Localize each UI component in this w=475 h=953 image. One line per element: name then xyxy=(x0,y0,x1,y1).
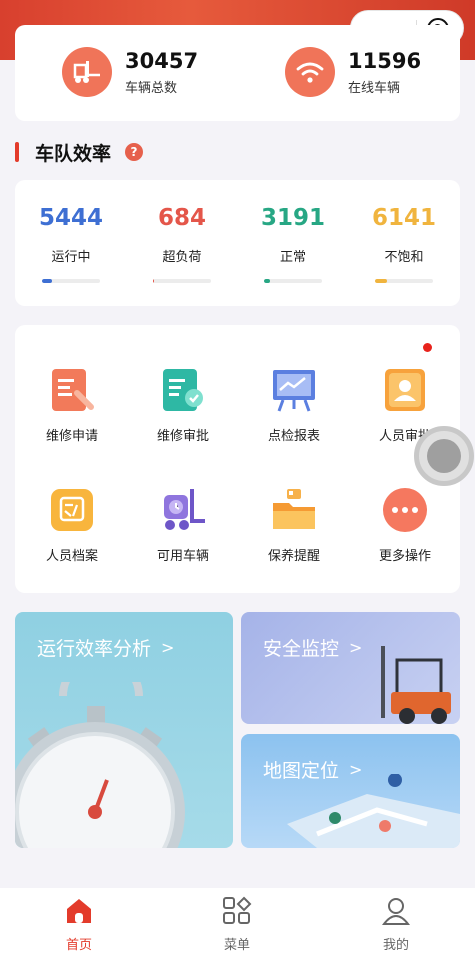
staff-approval-icon xyxy=(380,365,430,415)
func-label: 保养提醒 xyxy=(267,549,320,564)
chevron-right-icon: > xyxy=(161,638,175,657)
func-inspection-report[interactable]: 点检报表 xyxy=(249,365,339,444)
efficiency-progress-fill xyxy=(264,279,270,283)
efficiency-item-normal[interactable]: 3191 正常 xyxy=(248,202,338,283)
tile-title: 安全监控 xyxy=(263,638,340,660)
more-actions-icon xyxy=(380,485,430,535)
wifi-icon xyxy=(285,47,335,97)
inspection-report-icon xyxy=(269,365,319,415)
total-vehicles-label: 车辆总数 xyxy=(125,80,178,96)
efficiency-progress-fill xyxy=(42,279,53,283)
question-icon[interactable]: ? xyxy=(125,143,144,161)
efficiency-item-overload[interactable]: 684 超负荷 xyxy=(137,202,227,283)
efficiency-progress-fill xyxy=(153,279,155,283)
grid-menu-icon xyxy=(223,896,252,924)
func-label: 维修申请 xyxy=(45,429,98,444)
stat-online-vehicles[interactable]: 11596 在线车辆 xyxy=(285,47,421,97)
func-maintenance-reminder[interactable]: 保养提醒 xyxy=(249,485,339,564)
efficiency-progress-track xyxy=(153,279,211,283)
func-staff-archive[interactable]: 人员档案 xyxy=(27,485,117,564)
tile-title: 运行效率分析 xyxy=(37,638,152,660)
online-vehicles-label: 在线车辆 xyxy=(348,80,401,96)
tab-menu[interactable]: 菜单 xyxy=(197,896,277,953)
efficiency-progress-track xyxy=(42,279,100,283)
function-grid: 维修申请 维修审批 点检报表 人员审批 人员档案 可用车辆 保养提醒 更多操作 xyxy=(15,325,460,593)
tab-label: 我的 xyxy=(382,938,409,953)
func-repair-approval[interactable]: 维修审批 xyxy=(138,365,228,444)
efficiency-value: 5444 xyxy=(38,205,103,231)
user-icon xyxy=(381,898,411,925)
repair-request-icon xyxy=(47,365,97,415)
bottom-tab-bar: 首页 菜单 我的 xyxy=(0,888,475,953)
efficiency-item-underused[interactable]: 6141 不饱和 xyxy=(359,202,449,283)
func-more-actions[interactable]: 更多操作 xyxy=(360,485,450,564)
forklift-illustration xyxy=(381,646,451,724)
available-vehicle-icon xyxy=(158,485,208,535)
efficiency-progress-track xyxy=(264,279,322,283)
efficiency-card: 5444 运行中 684 超负荷 3191 正常 6141 不饱和 xyxy=(15,180,460,306)
tile-map-location[interactable]: 地图定位 > xyxy=(241,734,460,848)
floating-assistive-button[interactable] xyxy=(414,426,474,486)
func-repair-request[interactable]: 维修申请 xyxy=(27,365,117,444)
tile-efficiency-analysis[interactable]: 运行效率分析 > xyxy=(15,612,233,848)
func-label: 人员档案 xyxy=(45,549,98,564)
vehicle-stats-card: 30457 车辆总数 11596 在线车辆 xyxy=(15,25,460,121)
notification-dot xyxy=(423,343,432,352)
func-label: 维修审批 xyxy=(156,429,209,444)
home-icon xyxy=(67,899,91,923)
chevron-right-icon: > xyxy=(349,638,363,657)
online-vehicles-value: 11596 xyxy=(348,48,422,73)
tile-safety-monitor[interactable]: 安全监控 > xyxy=(241,612,460,724)
tab-mine[interactable]: 我的 xyxy=(356,896,436,953)
func-label: 更多操作 xyxy=(378,549,431,564)
func-label: 点检报表 xyxy=(267,429,320,444)
func-label: 可用车辆 xyxy=(156,549,209,564)
efficiency-progress-fill xyxy=(375,279,387,283)
efficiency-value: 6141 xyxy=(371,205,436,231)
efficiency-value: 3191 xyxy=(260,205,325,231)
efficiency-label: 正常 xyxy=(279,250,306,265)
func-available-vehicle[interactable]: 可用车辆 xyxy=(138,485,228,564)
efficiency-label: 超负荷 xyxy=(162,250,202,265)
tab-label: 首页 xyxy=(65,938,92,953)
stopwatch-illustration xyxy=(15,682,185,848)
efficiency-label: 运行中 xyxy=(51,250,91,265)
map-illustration xyxy=(287,774,460,848)
forklift-icon xyxy=(62,47,112,97)
stat-total-vehicles[interactable]: 30457 车辆总数 xyxy=(62,47,198,97)
efficiency-value: 684 xyxy=(157,205,206,231)
efficiency-label: 不饱和 xyxy=(384,250,424,265)
tab-label: 菜单 xyxy=(223,938,250,953)
efficiency-section-title: 车队效率 xyxy=(35,142,112,165)
efficiency-progress-track xyxy=(375,279,433,283)
repair-approval-icon xyxy=(158,365,208,415)
staff-archive-icon xyxy=(47,485,97,535)
efficiency-section-header: 车队效率 ? xyxy=(15,140,144,165)
efficiency-item-running[interactable]: 5444 运行中 xyxy=(26,202,116,283)
maintenance-reminder-icon xyxy=(269,485,319,535)
tab-home[interactable]: 首页 xyxy=(39,896,119,953)
section-accent-bar xyxy=(15,142,19,162)
total-vehicles-value: 30457 xyxy=(125,48,199,73)
